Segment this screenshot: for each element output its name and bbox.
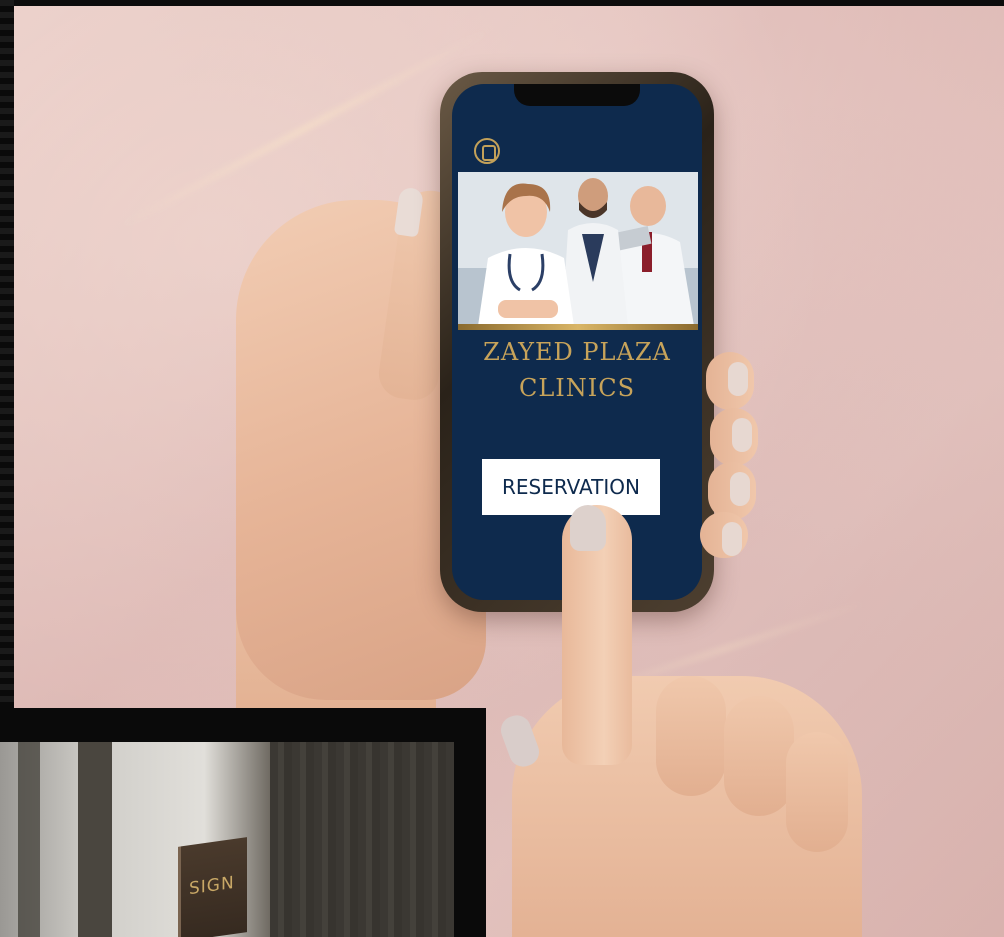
clinic-title-line1: ZAYED PLAZA	[483, 338, 671, 366]
hallway-photo: SIGN	[0, 742, 454, 937]
holding-finger	[710, 408, 758, 466]
pointing-finger-nail	[570, 505, 606, 551]
door-sign: SIGN	[178, 837, 247, 937]
door-sign-text: SIGN	[189, 872, 235, 900]
reservation-button[interactable]: RESERVATION	[482, 459, 660, 515]
frame-edge	[0, 0, 14, 710]
curled-finger	[786, 732, 848, 852]
curled-finger	[724, 696, 794, 816]
holding-finger	[700, 512, 748, 558]
clinic-title: ZAYED PLAZA CLINICS	[452, 334, 702, 406]
wood-panel	[270, 742, 454, 937]
holding-finger	[708, 462, 756, 520]
curled-finger	[656, 676, 726, 796]
phone-notch	[514, 84, 640, 106]
scene: ZAYED PLAZA CLINICS RESERVATION SIGN	[0, 0, 1004, 937]
gold-divider	[458, 324, 698, 330]
doctors-photo	[458, 172, 698, 326]
clinic-title-line2: CLINICS	[518, 374, 636, 402]
holding-finger	[706, 352, 754, 410]
doctors-illustration	[458, 172, 698, 326]
clinic-logo-icon	[474, 138, 500, 164]
